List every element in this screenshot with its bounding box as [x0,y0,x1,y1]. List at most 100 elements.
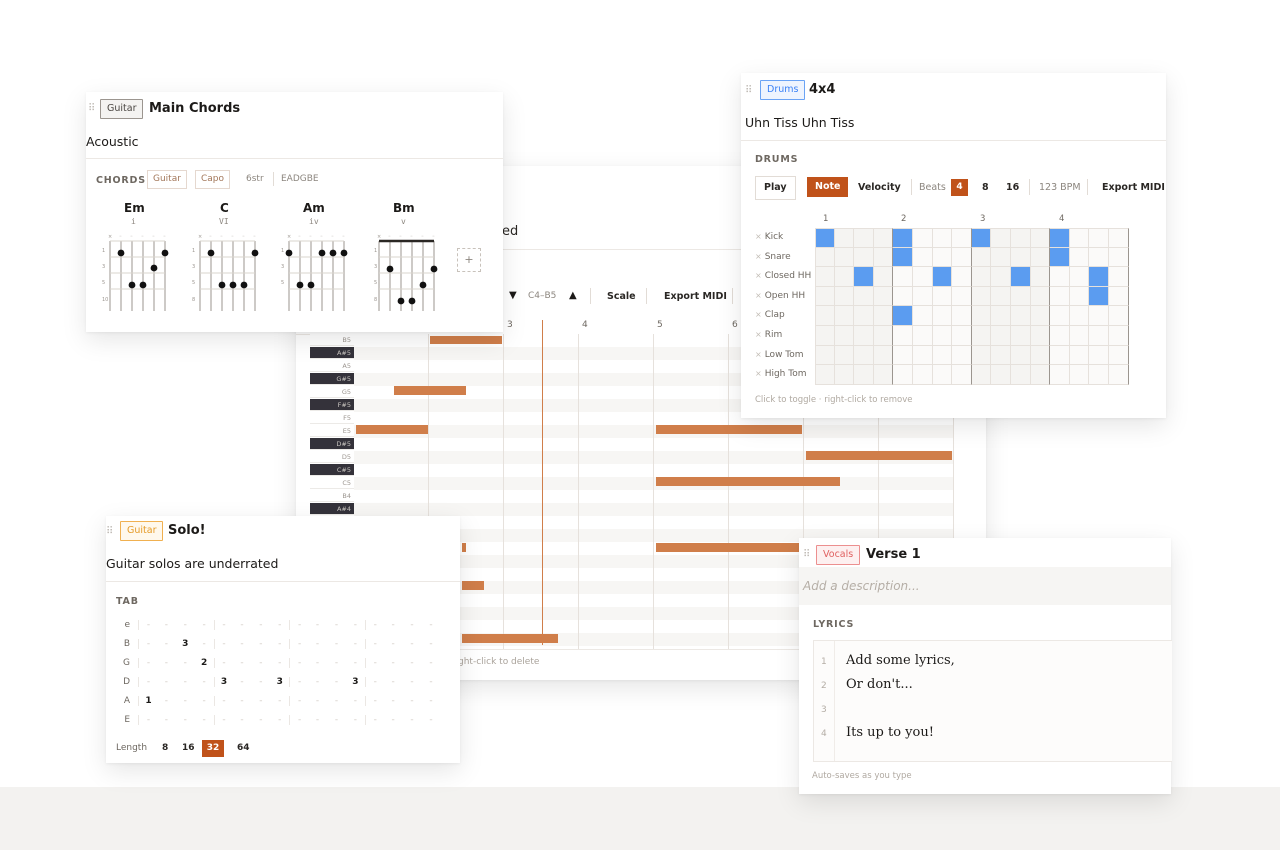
tab-slot[interactable]: - [422,696,441,706]
range-up-button[interactable]: ▲ [569,290,577,301]
note-block[interactable] [394,386,466,395]
drum-step[interactable] [913,365,933,385]
drum-step[interactable] [932,286,953,307]
tab-slot[interactable]: - [138,639,158,649]
tab-slot[interactable]: - [233,696,252,706]
beats-option-8[interactable]: 8 [982,182,989,193]
chord-diagram-bm[interactable]: × ◦ ◦ ◦ ◦ ◦ 1 3 5 8 [374,234,438,311]
drum-step[interactable] [971,365,992,385]
drum-step[interactable] [873,365,894,385]
tab-slot[interactable]: - [327,639,346,649]
drum-step[interactable] [893,345,913,366]
range-down-button[interactable]: ▼ [509,290,517,301]
drum-step[interactable] [991,286,1011,307]
tab-slot[interactable]: - [289,696,309,706]
piano-key[interactable]: E5 [310,425,354,437]
drum-step[interactable] [913,286,933,307]
drum-step[interactable] [834,306,855,326]
tab-slot[interactable]: - [157,639,176,649]
drag-handle-icon[interactable]: ⠿ [803,549,810,560]
drum-step[interactable] [1089,326,1109,346]
note-block[interactable] [430,336,502,344]
remove-row-icon[interactable]: × [755,232,762,241]
drum-step[interactable] [893,247,913,268]
tab-slot[interactable]: - [176,620,195,630]
tab-slot[interactable]: - [403,620,422,630]
tab-slot[interactable]: - [403,696,422,706]
drum-step[interactable] [1069,286,1090,307]
length-option-16[interactable]: 16 [182,743,195,753]
length-option-8[interactable]: 8 [162,743,168,753]
note-block[interactable] [356,425,428,434]
tab-slot[interactable]: - [289,620,309,630]
drum-step[interactable] [913,267,933,287]
tab-slot[interactable]: - [364,715,385,725]
lyric-line[interactable]: Its up to you! [846,725,934,740]
drum-step[interactable] [815,267,835,287]
play-button[interactable]: Play [755,176,796,200]
drum-step[interactable] [1050,228,1070,248]
drum-step[interactable] [952,228,972,248]
drum-step[interactable] [991,306,1011,326]
piano-key[interactable]: A5 [310,360,354,372]
drum-step[interactable] [991,345,1011,366]
tab-slot[interactable]: - [195,639,214,649]
tab-slot[interactable]: - [138,620,158,630]
tab-slot[interactable]: - [213,696,234,706]
drum-step[interactable] [834,365,855,385]
tab-slot[interactable]: - [195,696,214,706]
tab-slot[interactable]: - [157,696,176,706]
piano-key[interactable]: C5 [310,477,354,489]
drum-step[interactable] [1069,267,1090,287]
tab-slot[interactable]: - [384,639,403,649]
card-description[interactable]: Uhn Tiss Uhn Tiss [745,115,854,130]
tab-slot[interactable]: - [195,715,214,725]
velocity-mode-button[interactable]: Velocity [858,182,901,193]
remove-row-icon[interactable]: × [755,271,762,280]
tab-slot[interactable]: - [251,715,270,725]
drum-step[interactable] [1109,365,1129,385]
drum-step[interactable] [834,247,855,268]
note-block[interactable] [462,543,466,552]
drum-step-grid[interactable] [815,228,1130,386]
drum-step[interactable] [873,326,894,346]
description-input[interactable]: Add a description... [799,567,1171,605]
drum-step[interactable] [991,247,1011,268]
tab-slot[interactable]: - [270,658,289,668]
remove-row-icon[interactable]: × [755,252,762,261]
piano-key[interactable]: D#5 [310,438,354,450]
tab-slot[interactable]: - [327,715,346,725]
tab-slot[interactable]: - [327,658,346,668]
drum-step[interactable] [873,228,894,248]
drum-step[interactable] [1089,247,1109,268]
drum-step[interactable] [971,286,992,307]
note-block[interactable] [462,581,484,590]
drum-step[interactable] [932,247,953,268]
tab-slot[interactable]: - [289,715,309,725]
tab-slot[interactable]: - [308,620,327,630]
tab-slot[interactable]: - [176,696,195,706]
tab-slot[interactable]: - [327,677,346,687]
tab-slot[interactable]: - [251,677,270,687]
drum-step[interactable] [1030,345,1051,366]
drum-step[interactable] [1011,345,1031,366]
drum-step[interactable] [1030,286,1051,307]
piano-key[interactable]: C#5 [310,464,354,476]
drum-step[interactable] [893,326,913,346]
tab-slot[interactable]: - [213,620,234,630]
chord-diagram-am[interactable]: × ◦ ◦ ◦ ◦ ◦ 1 3 5 [281,234,348,311]
card-title[interactable]: 4x4 [809,82,835,97]
drum-step[interactable] [971,228,992,248]
drum-step[interactable] [932,345,953,366]
tab-slot[interactable]: - [289,658,309,668]
drum-step[interactable] [932,326,953,346]
drum-step[interactable] [1050,267,1070,287]
drum-step[interactable] [1109,228,1129,248]
tab-slot[interactable]: - [270,696,289,706]
tab-slot[interactable]: - [251,658,270,668]
lyric-line[interactable]: Add some lyrics, [846,653,955,668]
drum-row-label[interactable]: × Clap [755,310,785,320]
drum-step[interactable] [1030,247,1051,268]
tab-slot[interactable]: - [422,715,441,725]
tab-slot[interactable]: - [176,658,195,668]
